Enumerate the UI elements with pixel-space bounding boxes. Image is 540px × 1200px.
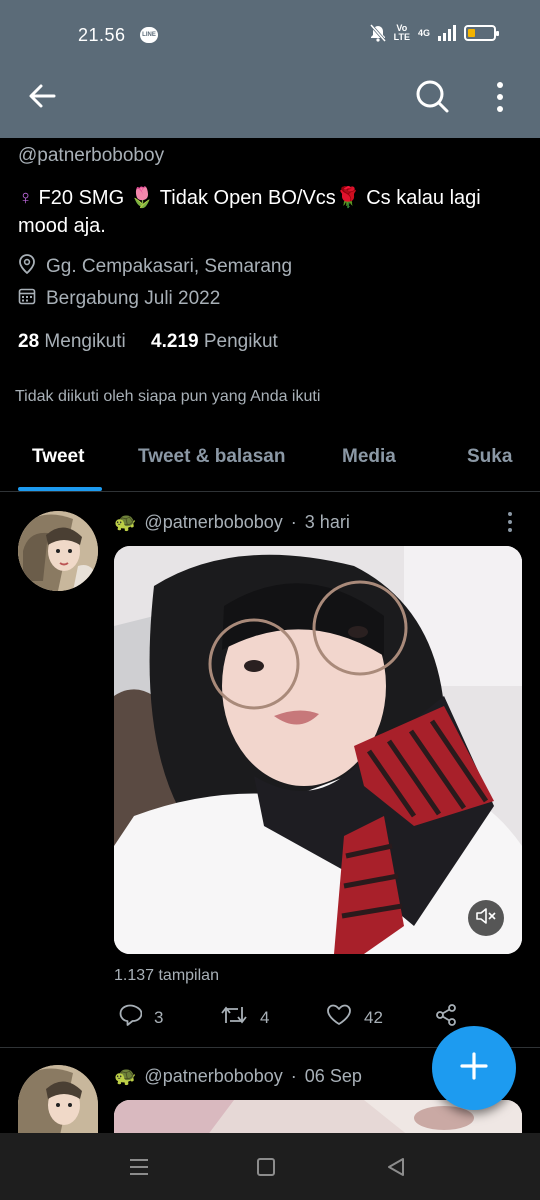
avatar[interactable] [18,511,98,591]
compose-tweet-button[interactable] [432,1026,516,1110]
tweet-header: 🐢 @patnerboboboy · 3 hari [114,512,350,533]
volte-icon: Vo LTE [393,23,410,42]
status-icons: Vo LTE 4G [369,23,499,42]
like-button[interactable]: 42 [326,1003,383,1032]
tweet-time: 3 hari [304,512,350,532]
joined-text: Bergabung Juli 2022 [46,288,221,309]
retweet-button[interactable]: 4 [220,1003,269,1032]
not-followed-notice: Tidak diikuti oleh siapa pun yang Anda i… [15,388,321,405]
search-icon[interactable] [414,78,450,114]
tweet-more-icon[interactable] [502,510,518,534]
like-count: 42 [364,1007,383,1027]
reply-count: 3 [154,1007,164,1027]
battery-icon [464,25,499,41]
more-vertical-icon[interactable] [488,80,512,114]
following-link[interactable]: 28 Mengikuti [18,331,126,352]
turtle-emoji: 🐢 [114,512,137,532]
profile-bio: ♀ F20 SMG 🌷 Tidak Open BO/Vcs🌹 Cs kalau … [18,184,518,240]
share-button[interactable] [434,1003,458,1032]
recent-apps-icon[interactable] [128,1157,150,1177]
home-icon[interactable] [257,1158,275,1176]
tab-tweet[interactable]: Tweet [32,446,84,468]
tweet-actions: 3 4 42 [114,1003,474,1033]
top-bar: 21.56 LINE Vo LTE 4G [0,0,540,138]
network-type-icon: 4G [417,28,430,38]
reply-button[interactable]: 3 [118,1003,163,1032]
status-bar: 21.56 LINE Vo LTE 4G [0,0,540,72]
system-nav-bar [0,1133,540,1200]
reply-icon [118,1003,143,1032]
status-time: 21.56 [78,25,126,45]
profile-location: Gg. Cempakasari, Semarang [18,254,292,280]
share-icon [434,1003,458,1032]
avatar[interactable] [18,1065,98,1133]
tab-likes[interactable]: Suka [467,446,512,468]
followers-count: 4.219 [151,331,199,352]
tweet-media-video[interactable] [114,546,522,954]
video-mute-button[interactable] [468,900,504,936]
tweet-handle[interactable]: @patnerboboboy [144,1066,282,1087]
bell-off-icon [369,24,386,42]
followers-label: Pengikut [203,331,278,352]
tweet-time: 06 Sep [304,1066,362,1086]
heart-icon [326,1003,352,1032]
profile-tabs: Tweet Tweet & balasan Media Suka [0,430,540,492]
profile-handle: @patnerboboboy [18,145,165,166]
calendar-icon [18,287,36,311]
tweet-header: 🐢 @patnerboboboy · 06 Sep [114,1066,362,1087]
back-triangle-icon[interactable] [385,1156,407,1178]
bio-symbol: ♀ [18,187,33,209]
following-count: 28 [18,331,40,352]
line-app-icon: LINE [140,27,158,43]
tab-media[interactable]: Media [342,446,396,468]
tweet-handle[interactable]: @patnerboboboy [144,512,282,533]
plus-icon [459,1051,489,1086]
volume-mute-icon [475,906,497,931]
signal-icon [438,25,456,41]
back-arrow-icon[interactable] [26,80,58,112]
follow-stats: 28 Mengikuti 4.219 Pengikut [18,331,278,353]
retweet-icon [220,1003,248,1032]
location-pin-icon [18,254,36,280]
bio-text: F20 SMG 🌷 Tidak Open BO/Vcs🌹 Cs kalau la… [18,187,481,237]
retweet-count: 4 [260,1007,270,1027]
tweet-separator: · [290,1066,297,1086]
location-text: Gg. Cempakasari, Semarang [46,256,293,277]
tab-tweet-and-replies[interactable]: Tweet & balasan [138,446,285,468]
tweet-separator: · [290,512,297,532]
active-tab-indicator [18,487,102,491]
following-label: Mengikuti [44,331,126,352]
turtle-emoji: 🐢 [114,1066,137,1086]
followers-link[interactable]: 4.219 Pengikut [151,331,278,352]
profile-joined: Bergabung Juli 2022 [18,287,220,311]
tweet-views: 1.137 tampilan [114,967,219,984]
